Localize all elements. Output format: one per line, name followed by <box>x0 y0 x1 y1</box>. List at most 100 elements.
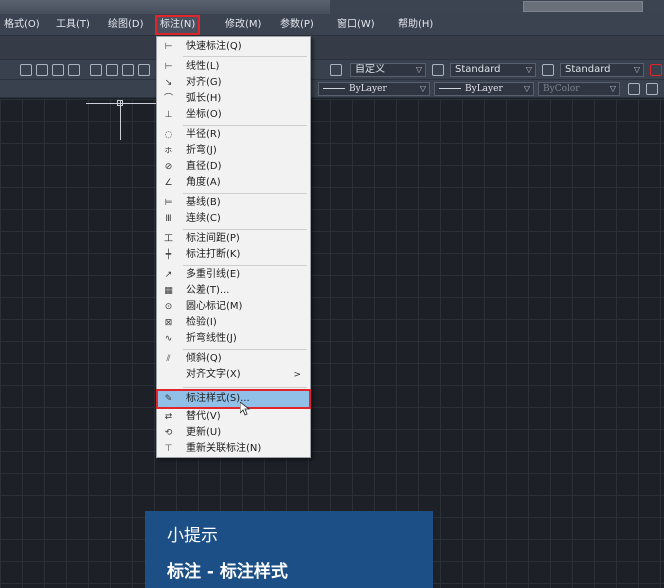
menu-item-reassociate[interactable]: ⊤ 重新关联标注(N) <box>158 441 309 457</box>
table-style-select[interactable]: Standard ▽ <box>560 63 644 77</box>
menu-separator <box>183 349 307 350</box>
menu-bar: 格式(O) 工具(T) 绘图(D) 标注(N) 修改(M) 参数(P) 窗口(W… <box>0 14 664 36</box>
menu-window[interactable]: 窗口(W) <box>337 17 375 33</box>
chevron-down-icon: ▽ <box>419 84 426 93</box>
toolbar-strip <box>0 36 664 60</box>
menu-item-oblique[interactable]: ⫽ 倾斜(Q) <box>158 351 309 367</box>
toolbar-row-styles: 自定义 ▽ Standard ▽ Standard ▽ <box>0 60 664 80</box>
dim-space-icon: 工 <box>163 234 173 244</box>
menu-item-label: 折弯线性(J) <box>186 333 237 344</box>
menu-item-dim-break[interactable]: ┿ 标注打断(K) <box>158 247 309 263</box>
menu-item-update[interactable]: ⟲ 更新(U) <box>158 425 309 441</box>
override-icon: ⇄ <box>164 412 173 422</box>
sheet-set-icon[interactable] <box>138 64 150 76</box>
continue-icon: Ⅲ <box>165 214 172 224</box>
menu-item-radius[interactable]: ◌ 半径(R) <box>158 127 309 143</box>
menu-item-inspection[interactable]: ⊠ 检验(I) <box>158 315 309 331</box>
menu-item-ordinate[interactable]: ⊥ 坐标(O) <box>158 107 309 123</box>
menu-item-tolerance[interactable]: ▦ 公差(T)... <box>158 283 309 299</box>
text-style-value: 自定义 <box>355 64 385 75</box>
center-mark-icon: ⊙ <box>164 302 173 312</box>
menu-item-linear[interactable]: ⊢ 线性(L) <box>158 59 309 75</box>
zoom-previous-icon[interactable] <box>68 64 80 76</box>
chevron-down-icon: ▽ <box>633 65 640 74</box>
arc-length-icon: ⌒ <box>163 94 173 104</box>
chevron-down-icon: ▽ <box>525 65 532 74</box>
menu-item-label: 对齐文字(X) <box>186 369 241 380</box>
angular-icon: ∠ <box>164 178 173 188</box>
crosshair-vertical <box>120 100 121 140</box>
toolbar-row-properties: ByLayer ▽ ByLayer ▽ ByColor ▽ <box>0 80 664 98</box>
zoom-window-icon[interactable] <box>52 64 64 76</box>
menu-item-diameter[interactable]: ⊘ 直径(D) <box>158 159 309 175</box>
menu-parameter[interactable]: 参数(P) <box>280 17 314 33</box>
menu-item-label: 对齐(G) <box>186 77 222 88</box>
menu-item-label: 重新关联标注(N) <box>186 443 262 454</box>
menu-item-label: 直径(D) <box>186 161 222 172</box>
menu-item-dim-style[interactable]: ✎ 标注样式(S)... <box>156 389 311 409</box>
menu-item-jogged-linear[interactable]: ∿ 折弯线性(J) <box>158 331 309 347</box>
lineweight-select[interactable]: ByLayer ▽ <box>434 82 534 96</box>
title-bar-left <box>0 0 330 14</box>
menu-item-arc-length[interactable]: ⌒ 弧长(H) <box>158 91 309 107</box>
menu-item-label: 半径(R) <box>186 129 221 140</box>
menu-separator <box>183 229 307 230</box>
multileader-style-icon[interactable] <box>650 64 662 76</box>
dim-break-icon: ┿ <box>165 250 172 260</box>
baseline-icon: ⊨ <box>164 198 173 208</box>
menu-item-center-mark[interactable]: ⊙ 圆心标记(M) <box>158 299 309 315</box>
design-center-icon[interactable] <box>106 64 118 76</box>
table-style-icon[interactable] <box>542 64 554 76</box>
menu-item-label: 倾斜(Q) <box>186 353 222 364</box>
menu-item-label: 多重引线(E) <box>186 269 241 280</box>
menu-dimension[interactable]: 标注(N) <box>154 15 201 35</box>
menu-item-label: 检验(I) <box>186 317 217 328</box>
menu-item-quick-dimension[interactable]: ⊢ 快速标注(Q) <box>158 39 309 55</box>
text-style-select[interactable]: 自定义 ▽ <box>350 63 426 77</box>
update-icon: ⟲ <box>164 428 173 438</box>
diameter-icon: ⊘ <box>164 162 173 172</box>
linetype-select[interactable]: ByLayer ▽ <box>318 82 430 96</box>
pickbox <box>117 100 123 106</box>
dim-style-toolbar-icon[interactable] <box>432 64 444 76</box>
tool-palette-icon[interactable] <box>122 64 134 76</box>
reassociate-icon: ⊤ <box>164 444 173 454</box>
layer-state-icon[interactable] <box>646 83 658 95</box>
properties-icon[interactable] <box>90 64 102 76</box>
text-style-icon[interactable] <box>330 64 342 76</box>
menu-item-multileader[interactable]: ↗ 多重引线(E) <box>158 267 309 283</box>
linear-icon: ⊢ <box>164 62 173 72</box>
plotstyle-value: ByColor <box>543 84 580 94</box>
layer-properties-icon[interactable] <box>628 83 640 95</box>
menu-item-baseline[interactable]: ⊨ 基线(B) <box>158 195 309 211</box>
menu-item-label: 基线(B) <box>186 197 221 208</box>
menu-help[interactable]: 帮助(H) <box>398 17 433 33</box>
dim-style-value: Standard <box>455 64 501 75</box>
menu-item-align-text[interactable]: 对齐文字(X) > <box>158 367 309 383</box>
menu-format[interactable]: 格式(O) <box>4 17 40 33</box>
dim-style-select[interactable]: Standard ▽ <box>450 63 536 77</box>
search-field[interactable] <box>523 1 643 12</box>
pan-icon[interactable] <box>20 64 32 76</box>
menu-item-angular[interactable]: ∠ 角度(A) <box>158 175 309 191</box>
menu-separator <box>183 193 307 194</box>
menu-item-label: 更新(U) <box>186 427 222 438</box>
menu-item-label: 公差(T)... <box>186 285 230 296</box>
menu-item-override[interactable]: ⇄ 替代(V) <box>158 409 309 425</box>
plotstyle-select[interactable]: ByColor ▽ <box>538 82 620 96</box>
menu-item-label: 快速标注(Q) <box>186 41 242 52</box>
menu-item-jogged[interactable]: ㇹ 折弯(J) <box>158 143 309 159</box>
menu-draw[interactable]: 绘图(D) <box>108 17 144 33</box>
tolerance-icon: ▦ <box>164 286 173 296</box>
menu-modify[interactable]: 修改(M) <box>225 17 261 33</box>
multileader-icon: ↗ <box>164 270 173 280</box>
zoom-realtime-icon[interactable] <box>36 64 48 76</box>
linetype-value: ByLayer <box>349 84 387 94</box>
menu-item-continue[interactable]: Ⅲ 连续(C) <box>158 211 309 227</box>
menu-item-dim-space[interactable]: 工 标注间距(P) <box>158 231 309 247</box>
lineweight-value: ByLayer <box>465 84 503 94</box>
title-bar <box>0 0 664 14</box>
menu-tools[interactable]: 工具(T) <box>56 17 90 33</box>
submenu-arrow-icon: > <box>293 370 301 380</box>
menu-item-aligned[interactable]: ↘ 对齐(G) <box>158 75 309 91</box>
